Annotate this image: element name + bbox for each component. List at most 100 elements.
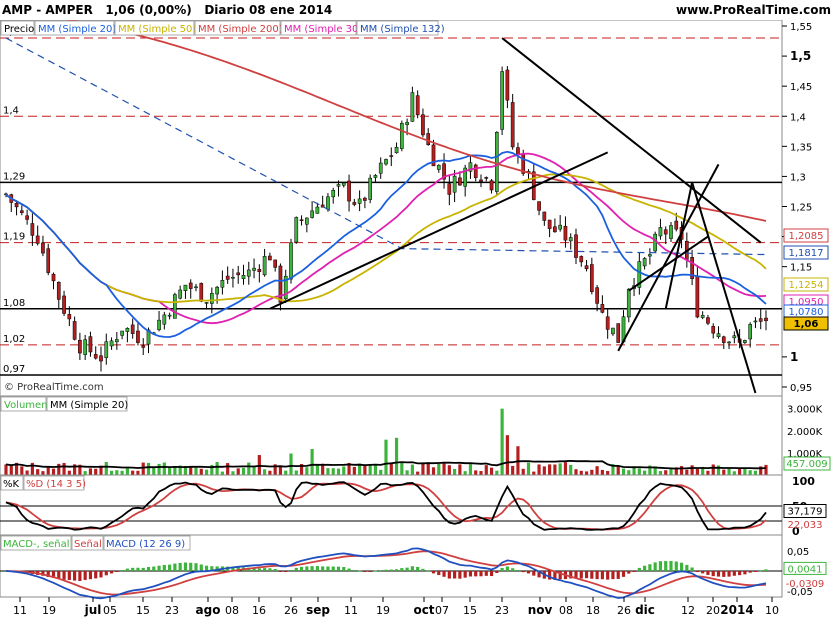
volume-bar [722,469,726,475]
macd-hist-bar [621,571,626,577]
volume-bar [204,469,209,475]
date-tick-label: 11 [344,604,358,617]
volume-bar [94,468,98,475]
volume-bar [711,464,715,475]
macd-hist-bar [468,571,473,577]
volume-bar [368,464,372,475]
date-tick-label: oct [413,603,434,617]
macd-hist-bar [500,567,504,571]
macd-hist-bar [62,571,66,580]
macd-hist-bar [463,571,467,578]
candle-body [14,203,19,208]
date-tick-label: 10 [765,604,779,617]
volume-bar [284,470,288,475]
macd-hist-bar [648,564,652,571]
volume-bar [637,468,641,475]
volume-bar [36,469,40,475]
volume-bar [748,470,752,475]
candle-body [748,324,752,340]
volume-bar [685,469,689,475]
volume-bar [241,467,246,475]
volume-bar [453,468,457,475]
period-label: Diario 08 ene 2014 [204,3,333,17]
candle-body [336,184,341,187]
chart-canvas[interactable]: 1,531,41,291,191,081,020,97 1,551,51,451… [0,20,835,620]
date-tick-label: 08 [559,604,573,617]
chart-title: AMP - AMPER 1,06 (0,00%) Diario 08 ene 2… [2,0,332,20]
macd-hist-bar [584,571,589,579]
macd-hist-bar [511,568,515,571]
candle-body [220,280,225,288]
macd-hist-bar [368,571,372,572]
macd-hist-bar [358,570,362,572]
stochastic-axis: 10050037,17922,033 [783,475,827,538]
candle-body [162,314,167,325]
macd-hist-bar [764,569,768,571]
candle-body [78,339,82,354]
candle-body [93,354,98,359]
macd-hist-bar [394,569,399,571]
macd-hist-bar [268,568,272,571]
macd-hist-bar [257,568,261,571]
date-tick-label: 07 [435,604,449,617]
date-tick-label: 08 [225,604,239,617]
volume-bar [305,467,309,475]
candle-body [109,340,114,347]
volume-bar [495,470,499,475]
macd-hist-bar [748,571,752,573]
volume-bar [421,462,425,475]
candle-body [711,326,716,334]
macd-hist-bar [278,571,283,572]
volume-bar [57,463,61,475]
volume-bar [384,439,388,475]
volume-bar [400,462,404,475]
macd-hist-bar [410,566,414,571]
price-panel: 1,531,41,291,191,081,020,97 1,551,51,451… [0,20,829,397]
volume-bar [764,464,768,475]
price-tick-label: 1,3 [790,172,806,183]
volume-bar [189,466,193,475]
candle-body [574,234,578,258]
volume-tick-label: 3.000K [787,405,823,416]
candle-body [83,339,88,355]
macd-tick-label: 0,05 [787,547,809,558]
macd-hist-bar [738,571,742,576]
candle-body [341,182,346,186]
volume-bar [220,471,224,475]
last-price-label: 1,06 (0,00%) [105,3,192,17]
macd-hist-bar [706,571,710,575]
macd-hist-bar [600,571,604,580]
candle-body [231,276,235,279]
macd-hist-bar [653,562,657,571]
volume-bar [152,467,156,475]
volume-bar [146,462,151,475]
macd-hist-bar [336,566,341,571]
volume-bar [331,468,335,475]
macd-hist-bar [431,571,436,574]
candle-body [727,341,731,344]
volume-bar [579,470,583,475]
macd-hist-bar [753,571,758,572]
candle-body [758,318,763,322]
volume-bar [431,467,436,475]
macd-hist-bar [658,561,663,571]
macd-hist-bar [701,571,705,574]
date-tick-label: 12 [681,604,695,617]
macd-hist-bar [442,571,446,577]
macd-hist-bar [162,564,166,571]
level-label: 0,97 [3,364,25,375]
candle-body [125,328,130,332]
level-label: 1,19 [3,232,25,243]
candle-body [88,336,93,353]
volume-last-label: 457.009 [786,459,827,470]
candle-body [225,275,230,280]
date-tick-label: 18 [586,604,600,617]
macd-hist-bar [643,565,647,571]
value-tag-label: 1,0780 [789,307,824,318]
macd-hist-bar [516,569,520,571]
volume-bar [51,468,56,475]
candle-body [320,204,325,208]
macd-hist-bar [421,568,425,571]
macd-hist-bar [373,570,378,572]
volume-bar [67,470,71,475]
